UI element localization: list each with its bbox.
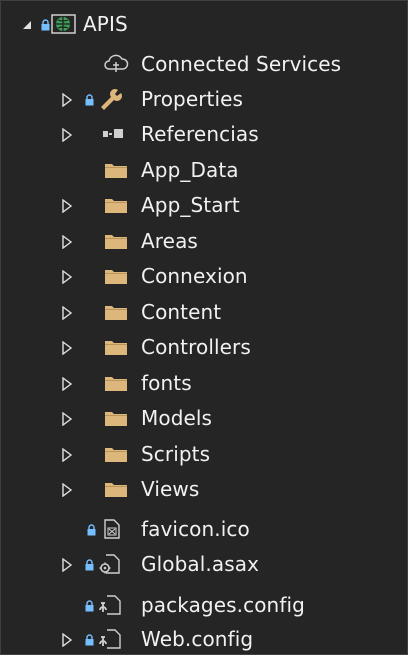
folder-icon bbox=[103, 300, 129, 324]
folder-icon bbox=[103, 371, 129, 395]
references-icon bbox=[101, 122, 127, 146]
collapsed-arrow-icon[interactable] bbox=[57, 82, 77, 117]
tree-item-views[interactable]: Views bbox=[1, 472, 407, 507]
folder-icon bbox=[103, 264, 129, 288]
tree-item-scripts[interactable]: Scripts bbox=[1, 437, 407, 472]
tree-item-referencias[interactable]: Referencias bbox=[1, 117, 407, 152]
folder-icon bbox=[103, 335, 129, 359]
tree-item-connected-services[interactable]: Connected Services bbox=[1, 47, 407, 82]
tree-item-label: Views bbox=[141, 477, 200, 501]
tree-item-properties[interactable]: Properties bbox=[1, 82, 407, 117]
tree-item-label: App_Data bbox=[141, 158, 239, 182]
tree-item-favicon[interactable]: favicon.ico bbox=[1, 512, 407, 547]
tree-item-label: Controllers bbox=[141, 335, 251, 359]
tree-item-packages-config[interactable]: packages.config bbox=[1, 588, 407, 623]
folder-icon bbox=[103, 406, 129, 430]
collapsed-arrow-icon[interactable] bbox=[57, 117, 77, 152]
tree-item-label: Global.asax bbox=[141, 552, 260, 576]
tree-item-models[interactable]: Models bbox=[1, 401, 407, 436]
lock-icon bbox=[85, 559, 94, 571]
collapsed-arrow-icon[interactable] bbox=[57, 472, 77, 507]
config-file-icon bbox=[97, 627, 123, 651]
asax-file-icon bbox=[97, 552, 123, 576]
lock-icon bbox=[87, 524, 96, 536]
tree-item-label: App_Start bbox=[141, 193, 240, 217]
lock-icon bbox=[85, 94, 94, 106]
collapsed-arrow-icon[interactable] bbox=[57, 622, 77, 655]
connected-services-icon bbox=[103, 52, 129, 76]
tree-item-label: Web.config bbox=[141, 627, 254, 651]
tree-item-controllers[interactable]: Controllers bbox=[1, 330, 407, 365]
tree-item-label: Connexion bbox=[141, 264, 248, 288]
tree-item-label: packages.config bbox=[141, 593, 305, 617]
project-name: APIS bbox=[83, 12, 128, 36]
collapsed-arrow-icon[interactable] bbox=[57, 188, 77, 223]
collapsed-arrow-icon[interactable] bbox=[57, 366, 77, 401]
tree-item-label: Models bbox=[141, 406, 213, 430]
collapsed-arrow-icon[interactable] bbox=[57, 259, 77, 294]
folder-icon bbox=[103, 229, 129, 253]
tree-item-fonts[interactable]: fonts bbox=[1, 366, 407, 401]
tree-item-app-data[interactable]: App_Data bbox=[1, 153, 407, 188]
tree-item-content[interactable]: Content bbox=[1, 295, 407, 330]
tree-item-areas[interactable]: Areas bbox=[1, 224, 407, 259]
folder-icon bbox=[103, 193, 129, 217]
collapsed-arrow-icon[interactable] bbox=[57, 330, 77, 365]
collapsed-arrow-icon[interactable] bbox=[57, 437, 77, 472]
wrench-icon bbox=[97, 87, 123, 111]
collapsed-arrow-icon[interactable] bbox=[57, 547, 77, 582]
config-file-icon bbox=[97, 593, 123, 617]
icon-file-icon bbox=[99, 517, 125, 541]
tree-item-global-asax[interactable]: Global.asax bbox=[1, 547, 407, 582]
lock-icon bbox=[85, 634, 94, 646]
folder-icon bbox=[103, 158, 129, 182]
folder-icon bbox=[103, 477, 129, 501]
tree-item-label: Connected Services bbox=[141, 52, 342, 76]
tree-item-label: favicon.ico bbox=[141, 517, 250, 541]
collapsed-arrow-icon[interactable] bbox=[57, 224, 77, 259]
tree-item-label: Areas bbox=[141, 229, 198, 253]
collapsed-arrow-icon[interactable] bbox=[57, 295, 77, 330]
tree-item-label: Scripts bbox=[141, 442, 211, 466]
lock-icon bbox=[85, 600, 94, 612]
tree-item-label: Properties bbox=[141, 87, 244, 111]
tree-item-label: Content bbox=[141, 300, 222, 324]
web-project-icon bbox=[51, 12, 77, 36]
tree-item-project-apis[interactable]: APIS bbox=[1, 7, 407, 42]
tree-item-label: fonts bbox=[141, 371, 192, 395]
tree-item-web-config[interactable]: Web.config bbox=[1, 622, 407, 655]
solution-explorer-tree: APIS Connected Services Properties Refer… bbox=[0, 0, 408, 655]
tree-item-connexion[interactable]: Connexion bbox=[1, 259, 407, 294]
expanded-arrow-icon[interactable] bbox=[17, 7, 37, 42]
lock-icon bbox=[41, 19, 50, 31]
collapsed-arrow-icon[interactable] bbox=[57, 401, 77, 436]
tree-item-app-start[interactable]: App_Start bbox=[1, 188, 407, 223]
tree-item-label: Referencias bbox=[141, 122, 259, 146]
folder-icon bbox=[103, 442, 129, 466]
